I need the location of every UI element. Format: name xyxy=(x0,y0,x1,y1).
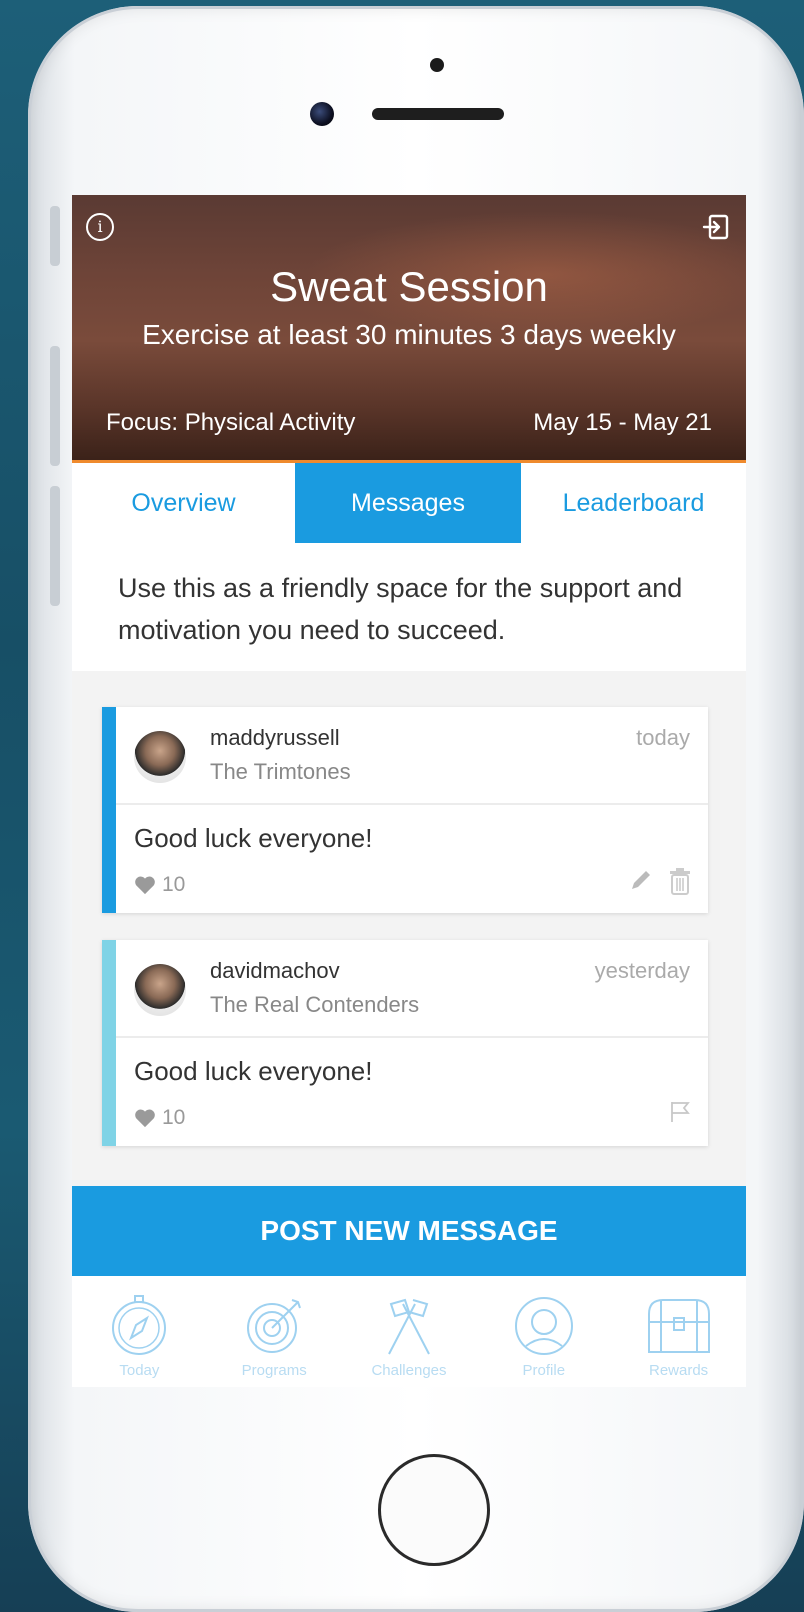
challenge-header: i Sweat Session Exercise at least 30 min… xyxy=(72,195,746,463)
challenge-title: Sweat Session xyxy=(270,263,548,310)
message-time: yesterday xyxy=(594,958,690,983)
nav-label: Programs xyxy=(241,1362,307,1379)
message-text: Good luck everyone! xyxy=(134,823,373,853)
divider xyxy=(116,1036,708,1038)
message-username[interactable]: davidmachov xyxy=(210,958,340,984)
target-icon xyxy=(247,1299,302,1353)
nav-programs[interactable]: Programs xyxy=(207,1276,342,1387)
tab-messages[interactable]: Messages xyxy=(295,463,521,543)
nav-profile[interactable]: Profile xyxy=(476,1276,611,1387)
like-count: 10 xyxy=(162,1106,186,1129)
message-actions xyxy=(668,1100,692,1124)
like-count: 10 xyxy=(162,873,186,896)
nav-label: Today xyxy=(119,1362,160,1379)
intro-text: Use this as a friendly space for the sup… xyxy=(72,543,746,671)
post-new-message-button[interactable]: POST NEW MESSAGE xyxy=(72,1186,746,1276)
message-username[interactable]: maddyrussell xyxy=(210,725,340,751)
edit-icon[interactable] xyxy=(628,867,654,893)
proximity-sensor xyxy=(430,58,444,72)
info-icon[interactable]: i xyxy=(86,213,114,241)
trash-icon[interactable] xyxy=(668,867,692,895)
compass-icon xyxy=(112,1295,167,1355)
avatar[interactable] xyxy=(134,964,186,1016)
nav-label: Profile xyxy=(522,1362,566,1379)
message-actions xyxy=(628,867,692,895)
exit-icon[interactable] xyxy=(702,213,730,241)
bottom-nav: Today Programs Challenges Profile Reward… xyxy=(72,1276,746,1387)
nav-challenges[interactable]: Challenges xyxy=(342,1276,477,1387)
flags-icon xyxy=(388,1298,430,1355)
message-team: The Trimtones xyxy=(210,759,351,784)
volume-up-button xyxy=(50,346,60,466)
tab-leaderboard[interactable]: Leaderboard xyxy=(521,463,746,543)
message-card: davidmachov The Real Contenders yesterda… xyxy=(102,940,708,1146)
like-button[interactable]: 10 xyxy=(134,1106,185,1130)
app-screen: i Sweat Session Exercise at least 30 min… xyxy=(72,195,746,1387)
tab-overview[interactable]: Overview xyxy=(72,463,295,543)
avatar[interactable] xyxy=(134,731,186,783)
date-range: May 15 - May 21 xyxy=(533,409,712,436)
nav-rewards[interactable]: Rewards xyxy=(611,1276,746,1387)
card-accent-bar xyxy=(102,707,116,913)
focus-label: Focus: Physical Activity xyxy=(106,409,356,436)
nav-today[interactable]: Today xyxy=(72,1276,207,1387)
profile-icon xyxy=(514,1297,573,1355)
like-button[interactable]: 10 xyxy=(134,873,185,897)
nav-label: Challenges xyxy=(371,1362,447,1379)
message-card: maddyrussell The Trimtones today Good lu… xyxy=(102,707,708,913)
treasure-chest-icon xyxy=(647,1299,710,1353)
front-camera xyxy=(310,102,334,126)
flag-icon[interactable] xyxy=(668,1100,692,1124)
volume-down-button xyxy=(50,486,60,606)
heart-icon xyxy=(135,876,155,895)
message-team: The Real Contenders xyxy=(210,992,420,1017)
nav-label: Rewards xyxy=(648,1362,709,1379)
earpiece-speaker xyxy=(372,108,504,120)
message-time: today xyxy=(636,725,690,750)
tab-bar: Overview Messages Leaderboard xyxy=(72,463,746,543)
divider xyxy=(116,803,708,805)
card-accent-bar xyxy=(102,940,116,1146)
message-text: Good luck everyone! xyxy=(134,1056,373,1086)
heart-icon xyxy=(135,1109,155,1128)
challenge-subtitle: Exercise at least 30 minutes 3 days week… xyxy=(142,319,676,350)
home-button[interactable] xyxy=(378,1454,490,1566)
silent-switch xyxy=(50,206,60,266)
